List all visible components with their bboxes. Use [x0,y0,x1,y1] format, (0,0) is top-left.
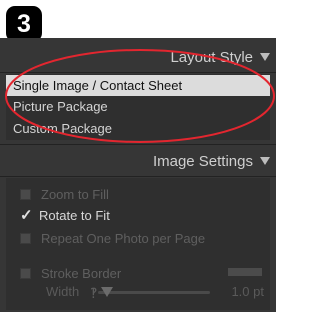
width-value-unit: pt [253,284,264,299]
repeat-one-photo-label: Repeat One Photo per Page [41,230,206,246]
layout-style-list: Single Image / Contact Sheet Picture Pac… [6,74,270,140]
width-value-number: 1.0 [231,284,250,299]
slider-bracket-icon: ‽ [90,285,98,301]
repeat-one-photo-checkbox[interactable] [20,232,31,244]
stroke-border-checkbox[interactable] [20,267,31,279]
stroke-width-row: Width ‽ 1.0 pt [46,283,264,301]
stroke-color-swatch[interactable] [228,268,262,276]
stroke-border-option[interactable]: Stroke Border [20,263,121,283]
layout-option-single-image-contact-sheet[interactable]: Single Image / Contact Sheet [6,75,270,96]
step-number-badge: 3 [6,6,42,42]
rotate-to-fit-label: Rotate to Fit [39,207,110,223]
print-layout-panel: Layout Style Single Image / Contact Shee… [0,38,276,312]
width-label: Width [46,284,80,299]
collapse-triangle-icon[interactable] [260,157,270,165]
rotate-to-fit-option[interactable]: ✓ Rotate to Fit [20,205,110,225]
layout-option-picture-package[interactable]: Picture Package [6,96,270,117]
layout-style-title: Layout Style [170,48,253,66]
width-slider-thumb[interactable] [100,287,113,297]
zoom-to-fill-checkbox[interactable] [20,188,31,200]
image-settings-title: Image Settings [152,152,253,170]
image-settings-body: Zoom to Fill ✓ Rotate to Fit Repeat One … [6,178,270,310]
layout-style-header[interactable]: Layout Style [0,42,276,72]
repeat-one-photo-option[interactable]: Repeat One Photo per Page [20,228,205,248]
divider [0,176,276,177]
divider [0,72,276,73]
image-settings-header[interactable]: Image Settings [0,146,276,176]
collapse-triangle-icon[interactable] [260,53,270,61]
zoom-to-fill-label: Zoom to Fill [41,186,109,202]
width-value[interactable]: 1.0 pt [231,284,264,299]
layout-option-custom-package[interactable]: Custom Package [6,118,270,139]
stroke-border-label: Stroke Border [41,265,122,281]
divider [0,144,276,145]
checkmark-icon[interactable]: ✓ [20,206,33,224]
zoom-to-fill-option[interactable]: Zoom to Fill [20,184,109,204]
width-slider-track[interactable] [98,291,210,294]
